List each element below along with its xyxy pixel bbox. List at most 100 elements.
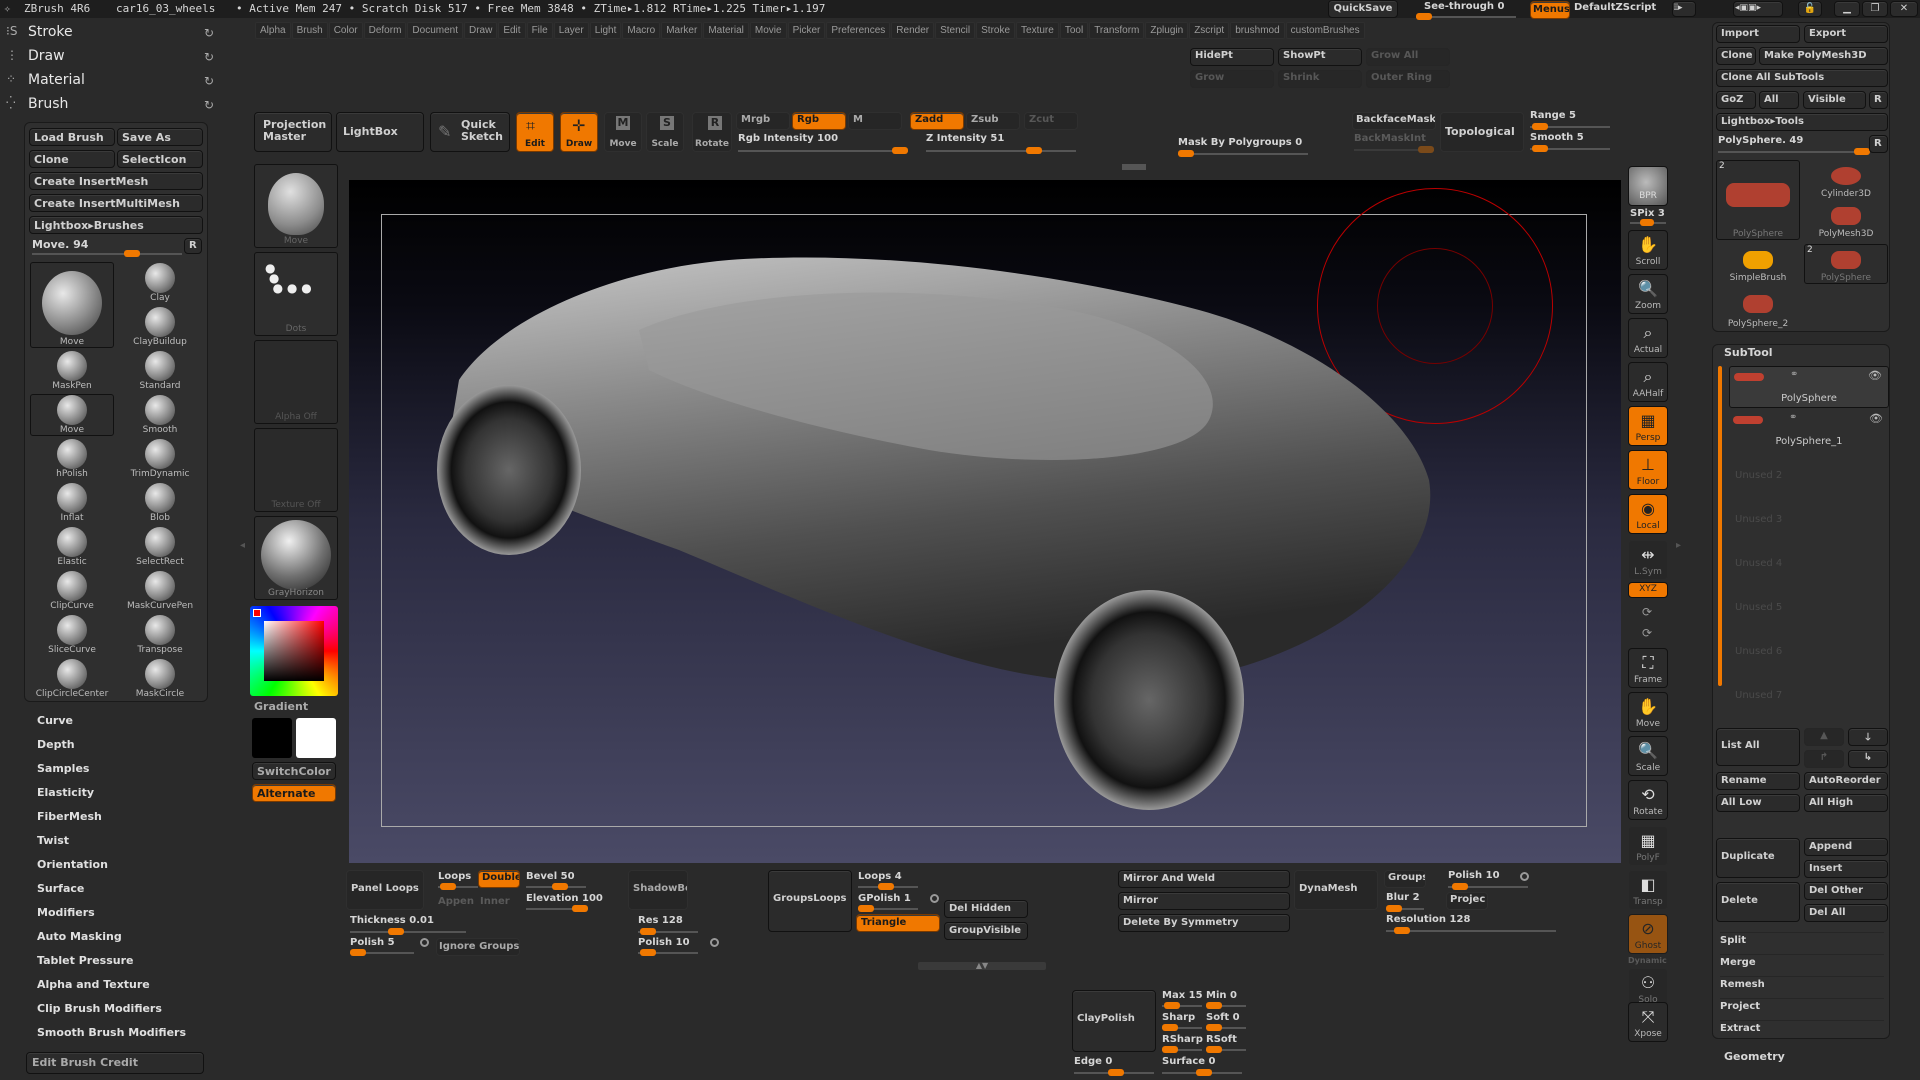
subtool-scrollbar[interactable] <box>1718 366 1722 686</box>
secondary-color-black[interactable] <box>252 718 292 758</box>
delete-by-symmetry-button[interactable]: Delete By Symmetry <box>1118 914 1290 932</box>
brush-trimdynamic[interactable]: TrimDynamic <box>118 438 202 480</box>
close-icon[interactable]: ✕ <box>1890 1 1918 17</box>
brush-clipcirclecenter[interactable]: ClipCircleCenter <box>30 658 114 700</box>
del-all-button[interactable]: Del All <box>1804 904 1888 922</box>
subtool-item[interactable]: PolySphere 👁 ⚭ <box>1729 366 1889 408</box>
brush-move[interactable]: Move <box>30 262 114 348</box>
backmask-int-slider[interactable] <box>1354 146 1434 153</box>
section-orientation[interactable]: Orientation <box>37 858 108 871</box>
tool-cylinder3d[interactable]: Cylinder3D <box>1804 160 1888 200</box>
menu-material[interactable]: Material <box>703 22 749 39</box>
edge-slider[interactable] <box>1074 1069 1154 1076</box>
restore-icon[interactable]: ❐ <box>1862 1 1888 17</box>
section-merge[interactable]: Merge <box>1720 954 1884 968</box>
rt-scale-button[interactable]: 🔍 Scale <box>1628 736 1668 776</box>
menu-draw[interactable]: Draw <box>463 22 498 39</box>
section-auto-masking[interactable]: Auto Masking <box>37 930 122 943</box>
triangle-button[interactable]: Triangle <box>856 914 940 932</box>
rt-local-button[interactable]: ◉ Local <box>1628 494 1668 534</box>
projection-master-button[interactable]: Projection Master <box>254 112 332 152</box>
menu-alpha[interactable]: Alpha <box>255 22 291 39</box>
delete-button[interactable]: Delete <box>1716 882 1800 922</box>
brush-clay[interactable]: Clay <box>118 262 202 304</box>
min-slider[interactable] <box>1206 1002 1246 1009</box>
tool-polymesh3d[interactable]: PolyMesh3D <box>1804 200 1888 240</box>
clone-tool-button[interactable]: Clone <box>1716 47 1756 65</box>
polish-toggle-icon[interactable] <box>420 938 429 947</box>
visibility-eye-icon[interactable]: 👁 <box>1868 369 1882 382</box>
all-high-button[interactable]: All High <box>1804 794 1888 812</box>
lightbox-brushes-button[interactable]: Lightbox▸Brushes <box>29 216 203 234</box>
quicksave-button[interactable]: QuickSave <box>1328 0 1398 18</box>
subtool-empty-slot[interactable]: Unused 3 <box>1729 498 1889 540</box>
duplicate-button[interactable]: Duplicate <box>1716 838 1800 878</box>
spix-slider[interactable] <box>1630 219 1666 226</box>
hidept-button[interactable]: HidePt <box>1190 48 1274 66</box>
section-alpha-and-texture[interactable]: Alpha and Texture <box>37 978 150 991</box>
z-intensity-slider[interactable] <box>926 147 1076 154</box>
subtool-title[interactable]: SubTool <box>1724 346 1773 359</box>
rsharp-slider[interactable] <box>1162 1046 1202 1053</box>
import-button[interactable]: Import <box>1716 25 1800 43</box>
subtool-empty-slot[interactable]: Unused 6 <box>1729 630 1889 672</box>
resolution-slider[interactable] <box>1386 927 1556 934</box>
refresh-icon[interactable]: ↻ <box>204 74 214 88</box>
groups-button[interactable]: Groups <box>1384 870 1426 888</box>
menu-preferences[interactable]: Preferences <box>826 22 891 39</box>
tool-slider[interactable] <box>1718 148 1870 155</box>
right-collapse-arrow-icon[interactable]: ▸ <box>1676 540 1681 551</box>
move-up-icon[interactable]: ▲ <box>1804 728 1844 746</box>
rename-button[interactable]: Rename <box>1716 772 1800 790</box>
brush-clipcurve[interactable]: ClipCurve <box>30 570 114 612</box>
section-extract[interactable]: Extract <box>1720 1020 1884 1034</box>
groups-loops-button[interactable]: GroupsLoops <box>768 870 852 932</box>
mask-by-polygroups-slider[interactable] <box>1178 150 1308 157</box>
brush-claybuildup[interactable]: ClayBuildup <box>118 306 202 348</box>
brush-maskcurvepen[interactable]: MaskCurvePen <box>118 570 202 612</box>
rgb-intensity-slider[interactable] <box>738 147 908 154</box>
rt-transp-button[interactable]: ◧ Transp <box>1628 870 1668 910</box>
rt-floor-button[interactable]: ⊥ Floor <box>1628 450 1668 490</box>
group-visible-button[interactable]: GroupVisible <box>944 922 1028 940</box>
move-to-end-icon[interactable]: ↳ <box>1848 750 1888 768</box>
rt-scroll-button[interactable]: ✋ Scroll <box>1628 230 1668 270</box>
menu-file[interactable]: File <box>526 22 553 39</box>
sb-polish-slider[interactable] <box>638 949 698 956</box>
rt-aahalf-button[interactable]: ⌕ AAHalf <box>1628 362 1668 402</box>
make-polymesh3d-button[interactable]: Make PolyMesh3D <box>1759 47 1888 65</box>
brush-inflat[interactable]: Inflat <box>30 482 114 524</box>
rsoft-slider[interactable] <box>1206 1046 1246 1053</box>
panel-header-stroke[interactable]: Stroke <box>28 24 73 40</box>
menu-zscript[interactable]: Zscript <box>1189 22 1230 39</box>
showpt-button[interactable]: ShowPt <box>1278 48 1362 66</box>
gl-loops-slider[interactable] <box>858 883 918 890</box>
gpolish-slider[interactable] <box>858 905 918 912</box>
brush-move[interactable]: Move <box>30 394 114 436</box>
panel-header-material[interactable]: Material <box>28 72 85 88</box>
move-redo-icon[interactable]: ↱ <box>1804 750 1844 768</box>
menu-movie[interactable]: Movie <box>749 22 787 39</box>
goz-all-button[interactable]: All <box>1759 91 1799 109</box>
menu-zplugin[interactable]: Zplugin <box>1145 22 1189 39</box>
section-split[interactable]: Split <box>1720 932 1884 946</box>
rt-xpose-button[interactable]: ⤧ Xpose <box>1628 1002 1668 1042</box>
rt-xyz-button[interactable]: XYZ <box>1628 582 1668 598</box>
polypaint-toggle-icon[interactable]: ⚭ <box>1789 412 1797 423</box>
dm-polish-toggle-icon[interactable] <box>1520 872 1529 881</box>
tool-reset-button[interactable]: R <box>1869 135 1888 153</box>
scroll-arrows-icon[interactable]: ⦙⦙▸ <box>1672 1 1696 17</box>
alpha-thumb[interactable]: Alpha Off <box>254 340 338 424</box>
section-curve[interactable]: Curve <box>37 714 73 727</box>
topological-button[interactable]: Topological <box>1440 112 1524 152</box>
rt-frame-button[interactable]: ⛶ Frame <box>1628 648 1668 688</box>
blur-slider[interactable] <box>1386 905 1424 912</box>
menu-stencil[interactable]: Stencil <box>935 22 976 39</box>
section-tablet-pressure[interactable]: Tablet Pressure <box>37 954 133 967</box>
rgb-button[interactable]: Rgb <box>792 112 846 130</box>
range-slider[interactable] <box>1530 123 1610 130</box>
smooth-slider[interactable] <box>1530 145 1610 152</box>
menu-layer[interactable]: Layer <box>553 22 589 39</box>
res-slider[interactable] <box>638 928 698 935</box>
canvas-viewport[interactable] <box>349 180 1621 863</box>
